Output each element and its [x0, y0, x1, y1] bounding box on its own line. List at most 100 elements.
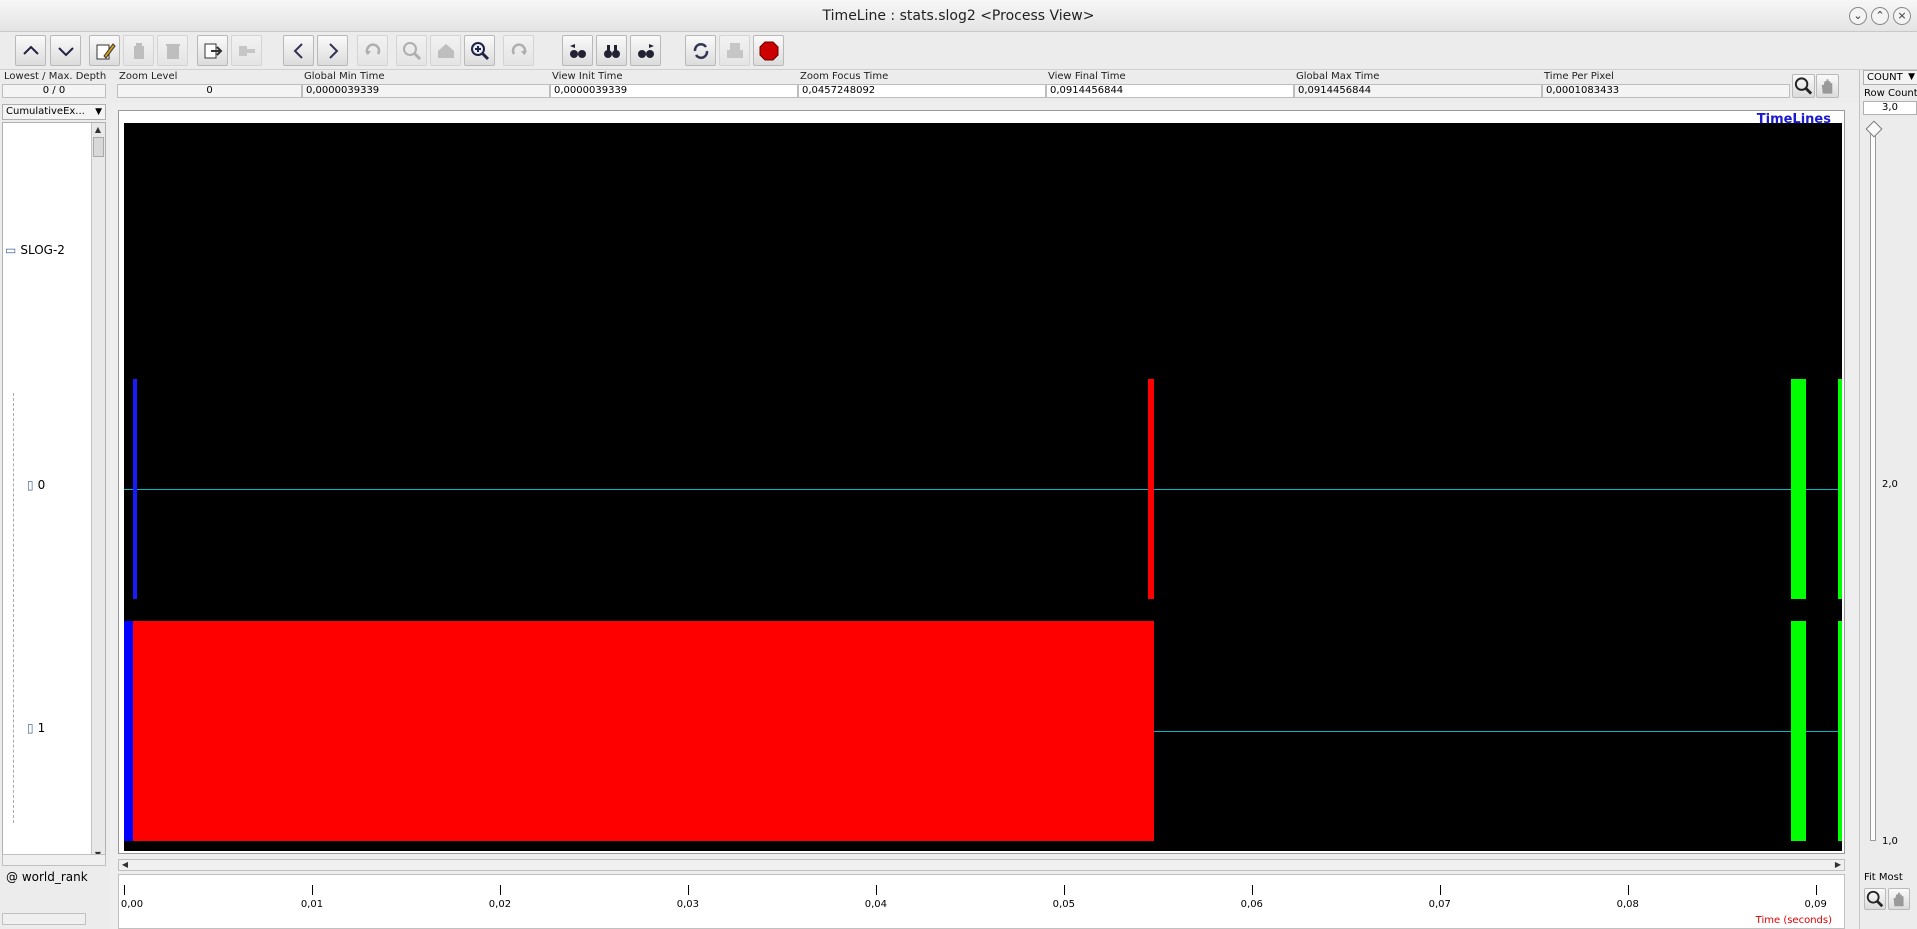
canvas-horizontal-scrollbar[interactable]: ◀ ▶: [118, 859, 1845, 871]
slider-tick-bottom: 1,0: [1882, 836, 1898, 847]
tree-horizontal-scrollbar[interactable]: [2, 854, 106, 866]
ruler-tick-label: 0,05: [1052, 899, 1075, 910]
state-bar-0-0[interactable]: [133, 379, 138, 599]
edit-icon: [96, 42, 116, 59]
hand-icon: [1821, 79, 1833, 94]
search-forward-button[interactable]: [630, 35, 661, 66]
depth-value: 0 / 0: [2, 84, 106, 98]
undo-button[interactable]: [357, 35, 388, 66]
depth-label: Lowest / Max. Depth: [4, 71, 107, 82]
state-bar-0-3[interactable]: [1838, 379, 1842, 599]
print-button[interactable]: [719, 35, 750, 66]
toolbar: [0, 32, 1917, 70]
tree-sort-combo[interactable]: CumulativeEx... ▼: [2, 104, 106, 120]
global-max-time-value: 0,0914456844: [1294, 84, 1542, 98]
stop-button[interactable]: [753, 35, 784, 66]
global-max-time-field: Global Max Time 0,0914456844: [1294, 70, 1542, 102]
view-init-time-field: View Init Time 0,0000039339: [550, 70, 798, 102]
minimize-button[interactable]: ⌄: [1849, 7, 1867, 25]
view-final-time-label: View Final Time: [1048, 71, 1126, 82]
tree-root[interactable]: ▭ SLOG-2: [5, 243, 65, 257]
tree-item-1[interactable]: ▯ 1: [27, 721, 45, 735]
back-icon: [293, 42, 303, 59]
ruler-tick: [687, 885, 689, 895]
time-per-pixel-field: Time Per Pixel 0,0001083433: [1542, 70, 1790, 102]
id-horizontal-scrollbar[interactable]: [2, 913, 86, 925]
trash-icon: [165, 43, 180, 59]
forward-button[interactable]: [317, 35, 348, 66]
zoom-in-button[interactable]: [464, 35, 495, 66]
close-button[interactable]: ×: [1893, 7, 1911, 25]
scroll-left-arrow-icon[interactable]: ◀: [119, 860, 131, 869]
count-combo[interactable]: COUNT ▼: [1863, 70, 1917, 85]
tree-item-label: 1: [37, 721, 46, 735]
ruler-tick-label: 0,07: [1428, 899, 1451, 910]
tree-item-0[interactable]: ▯ 0: [27, 478, 45, 492]
back-button[interactable]: [283, 35, 314, 66]
fit-hand-button[interactable]: [1888, 888, 1910, 910]
zoom-level-label: Zoom Level: [119, 71, 178, 82]
row-count-slider[interactable]: [1865, 120, 1883, 841]
timeline-canvas-frame: TimeLines: [118, 110, 1845, 854]
zoom-out-button[interactable]: [396, 35, 427, 66]
ruler-tick-label: 0,00: [120, 899, 144, 910]
view-final-time-input[interactable]: 0,0914456844: [1046, 84, 1294, 98]
home-icon: [437, 43, 454, 58]
trash-button[interactable]: [157, 35, 188, 66]
maximize-button[interactable]: ⌃: [1871, 7, 1889, 25]
search-button-small[interactable]: [1792, 74, 1815, 98]
view-init-time-label: View Init Time: [552, 71, 623, 82]
state-bar-0-1[interactable]: [1148, 379, 1155, 599]
state-bar-1-1[interactable]: [133, 621, 1155, 841]
global-min-time-field: Global Min Time 0,0000039339: [302, 70, 550, 102]
row-count-input[interactable]: 3,0: [1863, 101, 1917, 115]
redo-button[interactable]: [503, 35, 534, 66]
scroll-thumb[interactable]: [93, 137, 104, 157]
document-icon: ▯: [27, 478, 34, 492]
state-bar-1-3[interactable]: [1838, 621, 1842, 841]
scroll-up-arrow-icon[interactable]: ▲: [92, 125, 104, 134]
timeline-canvas[interactable]: [124, 123, 1842, 851]
delete-button[interactable]: [123, 35, 154, 66]
import-button[interactable]: [231, 35, 262, 66]
ruler-tick: [311, 885, 313, 895]
view-final-time-field: View Final Time 0,0914456844: [1046, 70, 1294, 102]
row-adjust-panel: COUNT ▼ Row Count 3,0 2,0 1,0 Fit Most: [1859, 70, 1917, 929]
info-bar: Lowest / Max. Depth 0 / 0 Zoom Level 0 G…: [0, 70, 1917, 102]
search-button[interactable]: [596, 35, 627, 66]
window-title: TimeLine : stats.slog2 <Process View>: [822, 8, 1095, 24]
tree-vertical-scrollbar[interactable]: ▲ ▼: [91, 123, 105, 861]
zoom-focus-time-input[interactable]: 0,0457248092: [798, 84, 1046, 98]
zoom-level-field: Zoom Level 0: [117, 70, 302, 102]
time-per-pixel-label: Time Per Pixel: [1544, 71, 1614, 82]
scroll-down-button[interactable]: [50, 35, 81, 66]
scroll-up-button[interactable]: [15, 35, 46, 66]
scroll-right-arrow-icon[interactable]: ▶: [1832, 860, 1844, 869]
slider-thumb[interactable]: [1865, 120, 1883, 138]
fit-most-label: Fit Most: [1864, 872, 1903, 883]
undo-icon: [364, 43, 380, 55]
import-icon: [238, 45, 255, 56]
search-backward-button[interactable]: [562, 35, 593, 66]
edit-button[interactable]: [89, 35, 120, 66]
view-init-time-input[interactable]: 0,0000039339: [550, 84, 798, 98]
ruler-tick-label: 0,03: [676, 899, 700, 910]
zoom-level-value: 0: [117, 84, 302, 98]
hand-button[interactable]: [1816, 74, 1839, 98]
ruler-tick: [1063, 885, 1065, 895]
print-icon: [726, 42, 743, 58]
state-bar-1-0[interactable]: [124, 621, 134, 841]
chevron-down-icon: ▼: [1908, 72, 1915, 82]
global-min-time-label: Global Min Time: [304, 71, 385, 82]
fit-zoom-button[interactable]: [1864, 888, 1886, 910]
ruler-tick: [1815, 885, 1817, 895]
global-max-time-label: Global Max Time: [1296, 71, 1380, 82]
world-rank-label: @ world_rank: [6, 870, 88, 884]
row-count-label: Row Count: [1864, 88, 1917, 99]
export-button[interactable]: [197, 35, 228, 66]
refresh-button[interactable]: [685, 35, 716, 66]
state-bar-0-2[interactable]: [1791, 379, 1807, 599]
state-bar-1-2[interactable]: [1791, 621, 1807, 841]
home-button[interactable]: [430, 35, 461, 66]
stop-icon: [759, 41, 778, 60]
